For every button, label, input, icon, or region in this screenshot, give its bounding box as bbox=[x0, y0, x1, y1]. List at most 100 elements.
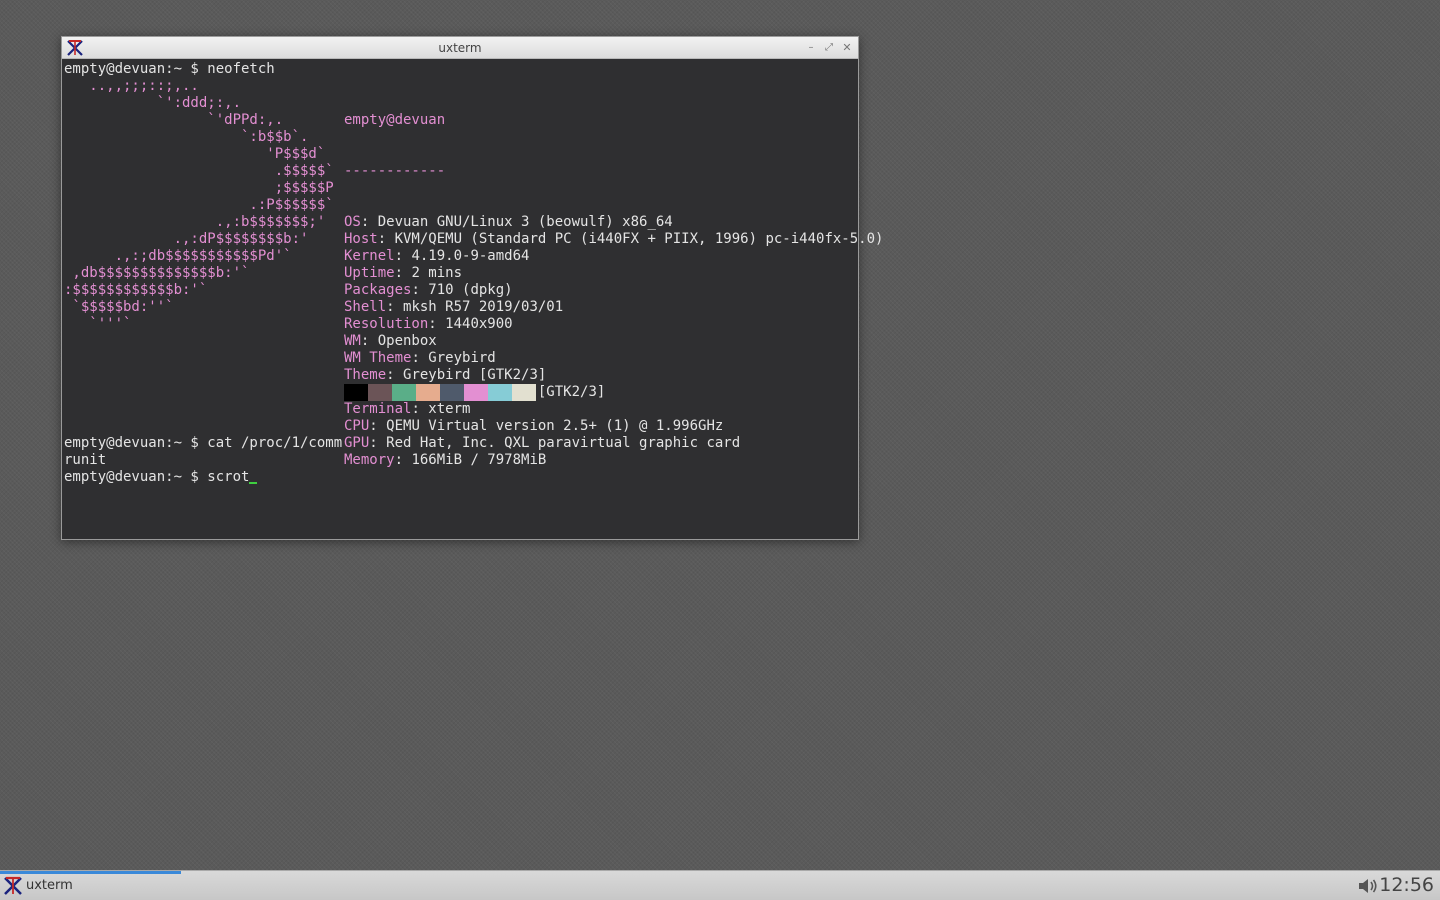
info-value: KVM/QEMU (Standard PC (i440FX + PIIX, 19… bbox=[394, 231, 884, 247]
info-separator: : bbox=[386, 299, 404, 315]
info-key: Theme bbox=[344, 367, 387, 383]
info-row: Memory: 166MiB / 7978MiB bbox=[344, 452, 883, 469]
logo-line: .,:dP$$$$$$$$b:' bbox=[64, 231, 309, 247]
info-row: Terminal: xterm bbox=[344, 401, 883, 418]
info-value: mksh R57 2019/03/01 bbox=[403, 299, 564, 315]
logo-line: .,:b$$$$$$$;' bbox=[64, 214, 326, 230]
window-titlebar[interactable]: uxterm – ⤢ ✕ bbox=[62, 37, 858, 59]
info-row: WM Theme: Greybird bbox=[344, 350, 883, 367]
taskbar-item-uxterm[interactable]: uxterm bbox=[0, 871, 181, 900]
info-row: OS: Devuan GNU/Linux 3 (beowulf) x86_64 bbox=[344, 214, 883, 231]
xterm-icon bbox=[4, 876, 22, 895]
taskbar: uxterm 12:56 bbox=[0, 870, 1440, 900]
info-value: 166MiB / 7978MiB bbox=[411, 452, 547, 468]
info-separator: : bbox=[386, 367, 404, 383]
info-value: 1440x900 bbox=[445, 316, 513, 332]
info-value: QEMU Virtual version 2.5+ (1) @ 1.996GHz bbox=[386, 418, 724, 434]
info-key: OS bbox=[344, 214, 361, 230]
logo-line: ,db$$$$$$$$$$$$$$b:'` bbox=[64, 265, 250, 281]
info-separator: : bbox=[369, 418, 387, 434]
color-swatch bbox=[368, 384, 392, 401]
info-value: Greybird [GTK2/3] bbox=[403, 367, 547, 383]
info-separator: : bbox=[369, 435, 387, 451]
info-separator: : bbox=[394, 265, 412, 281]
user-host: empty@devuan bbox=[344, 112, 446, 128]
info-row: Uptime: 2 mins bbox=[344, 265, 883, 282]
color-swatch bbox=[512, 384, 536, 401]
info-key: WM bbox=[344, 333, 361, 349]
info-key: GPU bbox=[344, 435, 370, 451]
maximize-button[interactable]: ⤢ bbox=[822, 41, 836, 55]
logo-line: `:b$$b`. bbox=[64, 129, 309, 145]
terminal-area[interactable]: empty@devuan:~ $ neofetch ..,,;;;::;,.. … bbox=[64, 61, 883, 539]
info-separator: : bbox=[411, 350, 429, 366]
logo-line: .$$$$$` bbox=[64, 163, 334, 179]
prompt-scrot-text: empty@devuan:~ $ scrot bbox=[64, 469, 250, 485]
info-row: Resolution: 1440x900 bbox=[344, 316, 883, 333]
prompt-neofetch: empty@devuan:~ $ neofetch bbox=[64, 61, 275, 77]
logo-line: `'''` bbox=[64, 316, 132, 332]
logo-line: `'dPPd:,. bbox=[64, 112, 284, 128]
info-separator: : bbox=[394, 248, 412, 264]
info-value: Greybird bbox=[428, 350, 496, 366]
info-key: Terminal bbox=[344, 401, 412, 417]
logo-line: ..,,;;;::;,.. bbox=[64, 78, 199, 94]
info-key: Kernel bbox=[344, 248, 395, 264]
info-value: Openbox bbox=[377, 333, 437, 349]
logo-line: .,:;db$$$$$$$$$$$Pd'` bbox=[64, 248, 292, 264]
info-row: GPU: Red Hat, Inc. QXL paravirtual graph… bbox=[344, 435, 883, 452]
info-key: Uptime bbox=[344, 265, 395, 281]
color-palette bbox=[344, 384, 536, 401]
output-runit: runit bbox=[64, 452, 107, 468]
color-swatch bbox=[344, 384, 368, 401]
info-key: Host bbox=[344, 231, 378, 247]
logo-line: `$$$$$bd:''` bbox=[64, 299, 174, 315]
info-value: xterm bbox=[428, 401, 471, 417]
logo-line: .:P$$$$$$` bbox=[64, 197, 334, 213]
info-separator: : bbox=[360, 214, 378, 230]
info-separator: : bbox=[411, 282, 429, 298]
minimize-button[interactable]: – bbox=[804, 41, 818, 55]
info-key: Resolution bbox=[344, 316, 429, 332]
logo-line: 'P$$$d` bbox=[64, 146, 326, 162]
info-row: CPU: QEMU Virtual version 2.5+ (1) @ 1.9… bbox=[344, 418, 883, 435]
info-row: Theme: Greybird [GTK2/3] bbox=[344, 367, 883, 384]
window-title: uxterm bbox=[438, 41, 482, 55]
info-row: WM: Openbox bbox=[344, 333, 883, 350]
info-value: 4.19.0-9-amd64 bbox=[411, 248, 530, 264]
prompt-scrot[interactable]: empty@devuan:~ $ scrot bbox=[64, 469, 258, 486]
logo-line: ;$$$$$P bbox=[64, 180, 334, 196]
info-value: 710 (dpkg) bbox=[428, 282, 513, 298]
color-swatch bbox=[416, 384, 440, 401]
clock[interactable]: 12:56 bbox=[1379, 874, 1434, 896]
info-separator: : bbox=[411, 401, 429, 417]
color-swatch bbox=[488, 384, 512, 401]
info-separator: : bbox=[360, 333, 378, 349]
prompt-cat: empty@devuan:~ $ cat /proc/1/comm bbox=[64, 435, 343, 451]
info-value: 2 mins bbox=[411, 265, 463, 281]
info-key: Shell bbox=[344, 299, 387, 315]
info-key: CPU bbox=[344, 418, 370, 434]
neofetch-logo: ..,,;;;::;,.. `':ddd;:,. `'dPPd:,. `:b$$… bbox=[64, 78, 334, 333]
volume-icon[interactable] bbox=[1357, 877, 1379, 895]
color-swatch bbox=[440, 384, 464, 401]
text-cursor bbox=[249, 482, 258, 484]
info-value: Red Hat, Inc. QXL paravirtual graphic ca… bbox=[386, 435, 741, 451]
logo-line: :$$$$$$$$$$$$b:'` bbox=[64, 282, 208, 298]
uxterm-window[interactable]: uxterm – ⤢ ✕ empty@devuan:~ $ neofetch .… bbox=[61, 36, 883, 540]
info-separator: : bbox=[377, 231, 395, 247]
info-row: Packages: 710 (dpkg) bbox=[344, 282, 883, 299]
info-row: Host: KVM/QEMU (Standard PC (i440FX + PI… bbox=[344, 231, 883, 248]
info-key: WM Theme bbox=[344, 350, 412, 366]
info-row: Kernel: 4.19.0-9-amd64 bbox=[344, 248, 883, 265]
close-button[interactable]: ✕ bbox=[840, 41, 854, 55]
info-value: Devuan GNU/Linux 3 (beowulf) x86_64 bbox=[377, 214, 673, 230]
info-key: Packages bbox=[344, 282, 412, 298]
divider: ------------ bbox=[344, 163, 446, 179]
info-key: Memory bbox=[344, 452, 395, 468]
info-row: Shell: mksh R57 2019/03/01 bbox=[344, 299, 883, 316]
color-swatch bbox=[392, 384, 416, 401]
logo-line: `':ddd;:,. bbox=[64, 95, 242, 111]
info-separator: : bbox=[428, 316, 446, 332]
taskbar-item-label: uxterm bbox=[26, 878, 73, 893]
